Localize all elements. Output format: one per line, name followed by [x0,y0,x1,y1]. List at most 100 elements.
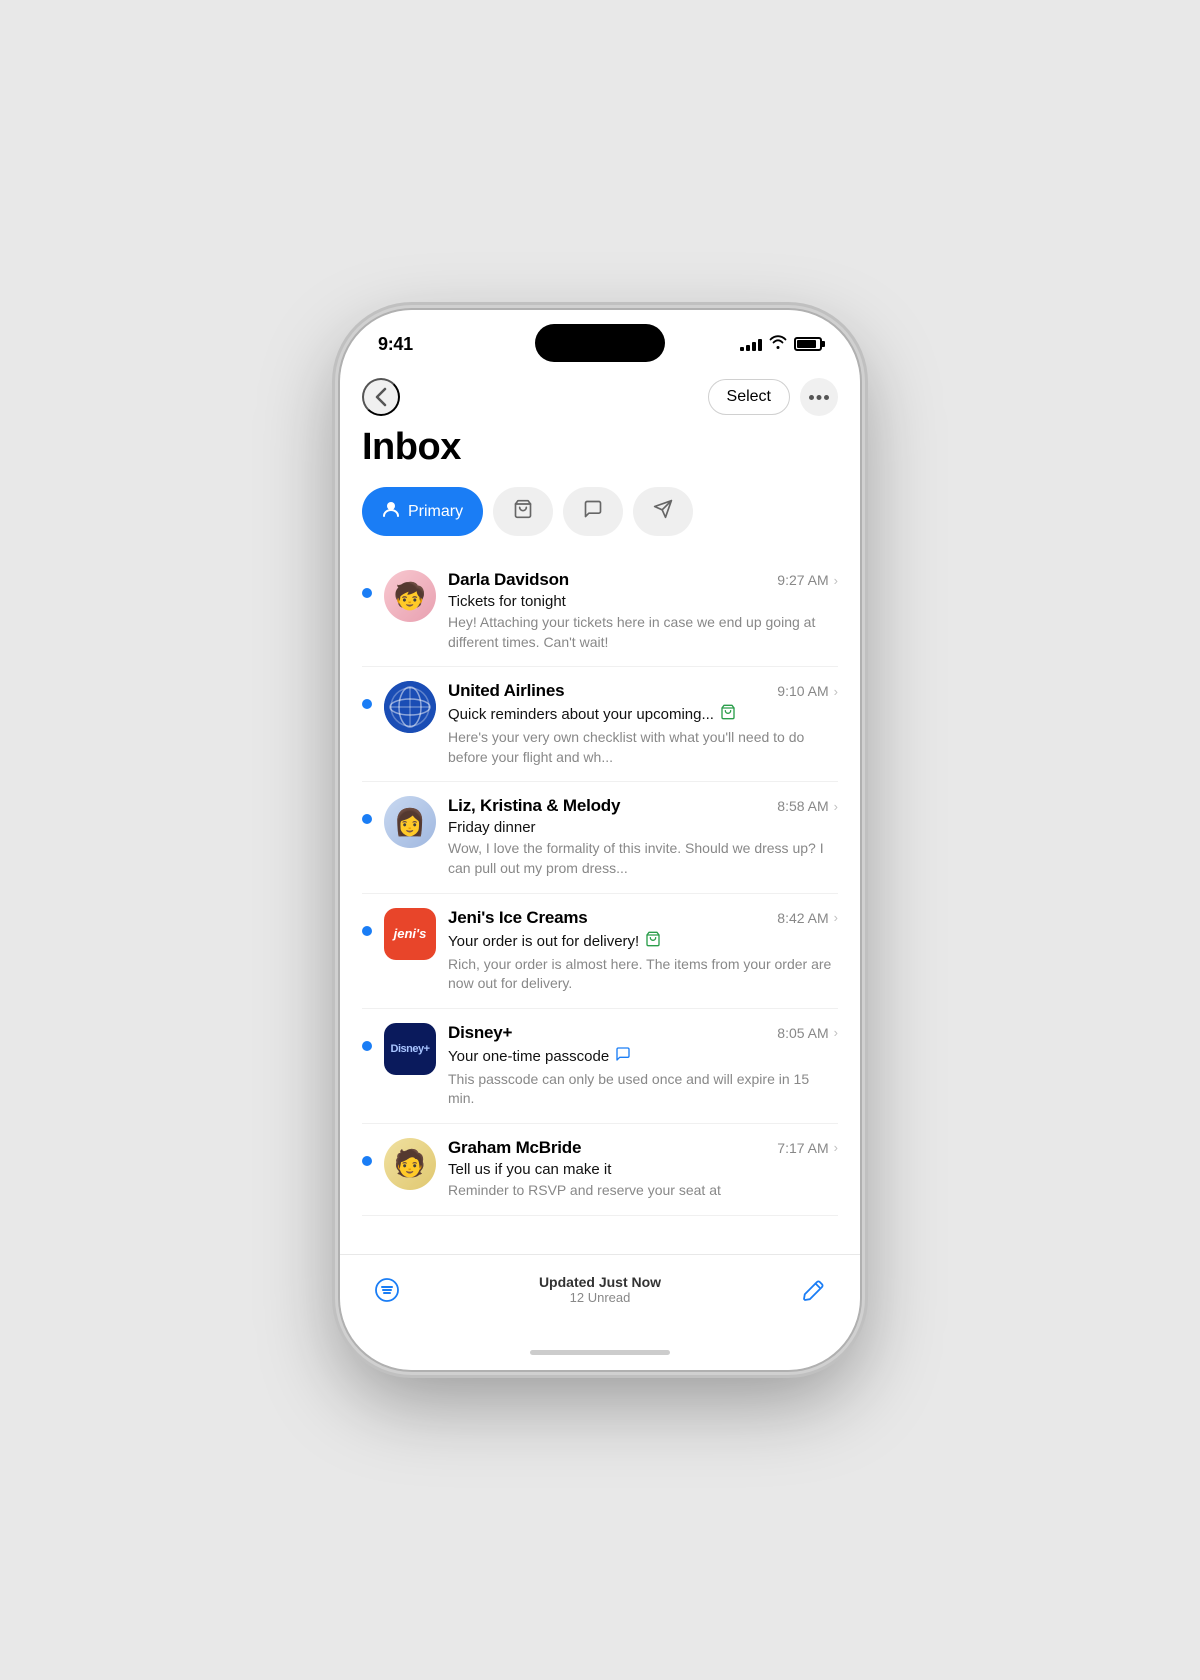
unread-dot-3 [362,814,372,824]
email-header-4: Jeni's Ice Creams 8:42 AM › [448,908,838,928]
time-united: 9:10 AM [777,683,828,699]
email-header-3: Liz, Kristina & Melody 8:58 AM › [448,796,838,816]
bottom-bar: Updated Just Now 12 Unread [340,1254,860,1334]
avatar-darla: 🧒 [384,570,436,622]
status-info: Updated Just Now 12 Unread [539,1274,661,1305]
signal-bars-icon [740,337,762,351]
status-bar: 9:41 [340,310,860,370]
chevron-2: › [834,684,838,699]
battery-fill [797,340,816,348]
time-disney: 8:05 AM [777,1025,828,1041]
tab-promos[interactable] [633,487,693,536]
email-item-liz[interactable]: 👩 Liz, Kristina & Melody 8:58 AM › Frida… [362,782,838,893]
chevron-5: › [834,1025,838,1040]
email-header-2: United Airlines 9:10 AM › [448,681,838,701]
email-meta-2: 9:10 AM › [777,683,838,699]
dynamic-island [535,324,665,362]
avatar-jenis: jeni's [384,908,436,960]
email-item-disney[interactable]: Disney+ Disney+ 8:05 AM › Your one-time … [362,1009,838,1124]
tab-primary[interactable]: Primary [362,487,483,536]
unread-dot-4 [362,926,372,936]
compose-button[interactable] [794,1271,832,1309]
inbox-title: Inbox [362,426,838,469]
email-body-darla: Darla Davidson 9:27 AM › Tickets for ton… [448,570,838,652]
tab-shopping[interactable] [493,487,553,536]
chevron-4: › [834,910,838,925]
chevron-3: › [834,799,838,814]
sender-liz: Liz, Kristina & Melody [448,796,620,816]
nav-bar: Select [340,370,860,426]
sender-graham: Graham McBride [448,1138,581,1158]
main-content: Inbox Primary [340,426,860,1254]
sender-jenis: Jeni's Ice Creams [448,908,588,928]
signal-bar-4 [758,339,762,351]
time-liz: 8:58 AM [777,798,828,814]
unread-dot-2 [362,699,372,709]
time-darla: 9:27 AM [777,572,828,588]
status-icons [740,335,822,353]
chevron-1: › [834,573,838,588]
unread-dot-6 [362,1156,372,1166]
email-header-5: Disney+ 8:05 AM › [448,1023,838,1043]
avatar-liz: 👩 [384,796,436,848]
category-tabs: Primary [362,487,838,536]
status-updated-text: Updated Just Now [539,1274,661,1290]
filter-button[interactable] [368,1271,406,1309]
email-meta-3: 8:58 AM › [777,798,838,814]
preview-darla: Hey! Attaching your tickets here in case… [448,613,838,652]
signal-bar-1 [740,347,744,351]
signal-bar-2 [746,345,750,351]
nav-actions: Select [708,378,838,416]
unread-dot-5 [362,1041,372,1051]
email-body-liz: Liz, Kristina & Melody 8:58 AM › Friday … [448,796,838,878]
time-jenis: 8:42 AM [777,910,828,926]
avatar-united [384,681,436,733]
email-item-darla[interactable]: 🧒 Darla Davidson 9:27 AM › Tickets for t… [362,556,838,667]
email-header-6: Graham McBride 7:17 AM › [448,1138,838,1158]
email-item-graham[interactable]: 🧑 Graham McBride 7:17 AM › Tell us if yo… [362,1124,838,1216]
chat-badge-disney [615,1046,631,1067]
email-meta-5: 8:05 AM › [777,1025,838,1041]
email-meta-4: 8:42 AM › [777,910,838,926]
preview-graham: Reminder to RSVP and reserve your seat a… [448,1181,838,1201]
preview-united: Here's your very own checklist with what… [448,728,838,767]
email-body-graham: Graham McBride 7:17 AM › Tell us if you … [448,1138,838,1201]
email-item-united[interactable]: United Airlines 9:10 AM › Quick reminder… [362,667,838,782]
subject-liz: Friday dinner [448,819,838,836]
chevron-6: › [834,1140,838,1155]
wifi-icon [769,335,787,353]
select-button[interactable]: Select [708,379,790,415]
phone-screen: 9:41 [340,310,860,1370]
sender-disney: Disney+ [448,1023,512,1043]
subject-darla: Tickets for tonight [448,593,838,610]
tab-messages[interactable] [563,487,623,536]
time-graham: 7:17 AM [777,1140,828,1156]
back-button[interactable] [362,378,400,416]
avatar-disney: Disney+ [384,1023,436,1075]
sender-united: United Airlines [448,681,564,701]
sender-darla: Darla Davidson [448,570,569,590]
email-header-1: Darla Davidson 9:27 AM › [448,570,838,590]
email-meta-1: 9:27 AM › [777,572,838,588]
battery-icon [794,337,822,351]
subject-graham: Tell us if you can make it [448,1161,838,1178]
status-time: 9:41 [378,334,413,355]
email-item-jenis[interactable]: jeni's Jeni's Ice Creams 8:42 AM › Your … [362,894,838,1009]
more-button[interactable] [800,378,838,416]
status-unread-text: 12 Unread [539,1290,661,1305]
email-body-united: United Airlines 9:10 AM › Quick reminder… [448,681,838,767]
primary-label: Primary [408,503,463,521]
home-bar [530,1350,670,1355]
preview-liz: Wow, I love the formality of this invite… [448,839,838,878]
subject-united: Quick reminders about your upcoming... [448,704,838,725]
subject-jenis: Your order is out for delivery! [448,931,838,952]
signal-bar-3 [752,342,756,351]
shopping-badge-united [720,704,736,725]
shopping-badge-jenis [645,931,661,952]
promos-icon [653,499,673,524]
email-body-disney: Disney+ 8:05 AM › Your one-time passcode [448,1023,838,1109]
email-list: 🧒 Darla Davidson 9:27 AM › Tickets for t… [362,556,838,1216]
messages-icon [583,499,603,524]
email-body-jenis: Jeni's Ice Creams 8:42 AM › Your order i… [448,908,838,994]
primary-icon [382,500,400,523]
